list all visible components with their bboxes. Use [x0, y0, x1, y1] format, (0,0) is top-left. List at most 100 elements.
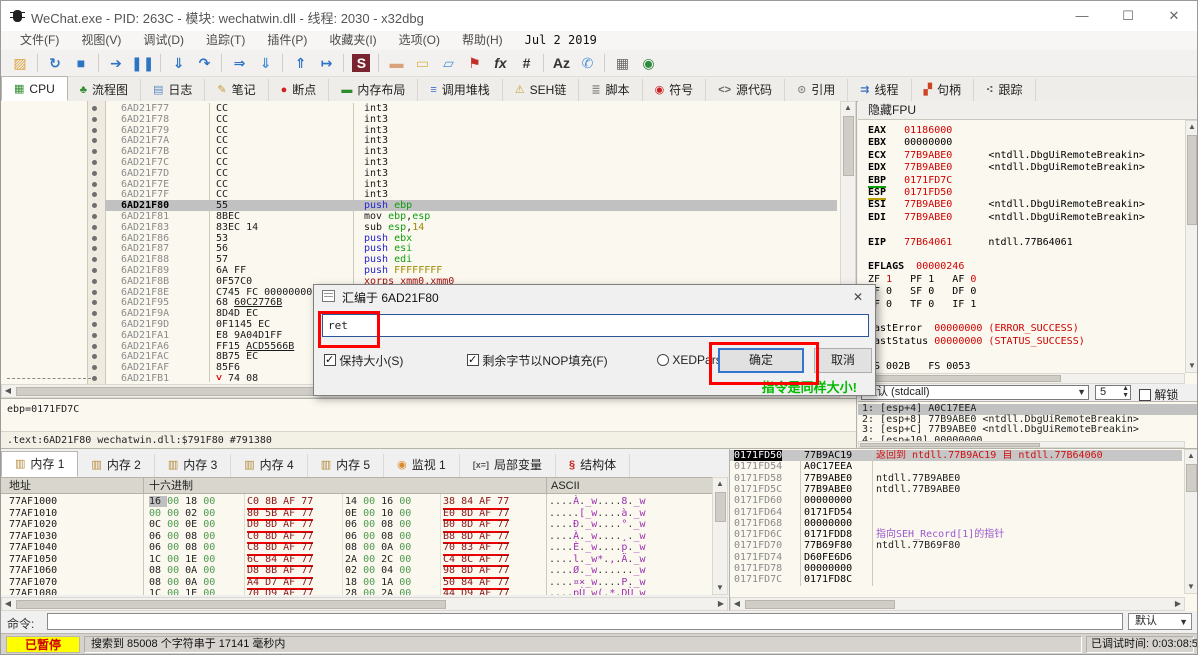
register-line[interactable]: ZF 1 PF 1 AF 0: [868, 274, 976, 286]
breakpoint-dot-icon[interactable]: [92, 268, 97, 273]
patches-icon[interactable]: ▬: [385, 53, 407, 74]
strings-icon[interactable]: Az: [550, 53, 572, 74]
fill-nop-checkbox[interactable]: 剩余字节以NOP填充(F): [467, 347, 608, 373]
memory-row[interactable]: 77AF10501C 00 1E 006C 84 AF 772A 00 2C 0…: [1, 554, 712, 566]
breakpoint-dot-icon[interactable]: [92, 322, 97, 327]
run-to-user-code-icon[interactable]: ↦: [315, 53, 337, 74]
register-line[interactable]: ESI 77B9ABE0 <ntdll.DbgUiRemoteBreakin>: [868, 199, 1145, 211]
argument-row[interactable]: 1: [esp+4] A0C17EEA: [858, 404, 1198, 415]
stack-row[interactable]: 0171FD74D60FE6D6: [730, 552, 1182, 563]
minimize-button[interactable]: —: [1059, 1, 1105, 31]
breakpoint-dot-icon[interactable]: [92, 214, 97, 219]
disasm-row[interactable]: 6AD21F8055push ebp: [1, 200, 841, 211]
register-line[interactable]: EBX 00000000: [868, 137, 952, 149]
tab-struct[interactable]: §结构体: [556, 454, 630, 477]
keep-size-checkbox[interactable]: 保持大小(S): [324, 347, 403, 373]
menu-item[interactable]: 文件(F): [9, 31, 70, 50]
breakpoint-dot-icon[interactable]: [92, 290, 97, 295]
register-line[interactable]: LastError 00000000 (ERROR_SUCCESS): [868, 323, 1079, 335]
cancel-button[interactable]: 取消: [814, 348, 872, 373]
calling-convention-select[interactable]: 默认 (stdcall) ▼: [861, 385, 1089, 400]
disasm-row[interactable]: 6AD21F79CCint3: [1, 125, 841, 136]
disasm-row[interactable]: 6AD21F8756push esi: [1, 243, 841, 254]
breakpoint-dot-icon[interactable]: [92, 160, 97, 165]
hide-fpu-button[interactable]: 隐藏FPU: [858, 101, 1198, 120]
disasm-row[interactable]: 6AD21F7DCCint3: [1, 168, 841, 179]
comments-icon[interactable]: ▭: [411, 53, 433, 74]
breakpoint-dot-icon[interactable]: [92, 311, 97, 316]
register-line[interactable]: EFLAGS 00000246: [868, 261, 964, 273]
breakpoint-dot-icon[interactable]: [92, 376, 97, 381]
dump-header-hex[interactable]: 十六进制: [149, 479, 193, 494]
tab-trace[interactable]: ⁖跟踪: [974, 79, 1036, 101]
stack-row[interactable]: 0171FD640171FD54: [730, 507, 1182, 518]
tab-locals[interactable]: [x=]局部变量: [460, 454, 556, 477]
tab-dump-4[interactable]: ▥内存 4: [231, 454, 307, 477]
tab-memory-map[interactable]: ▬内存布局: [329, 79, 418, 101]
dump-hscrollbar[interactable]: ◀ ▶: [1, 597, 728, 611]
memory-row[interactable]: 77AF10801C 00 1E 0070 D9 AF 7728 00 2A 0…: [1, 588, 712, 595]
register-line[interactable]: EDX 77B9ABE0 <ntdll.DbgUiRemoteBreakin>: [868, 162, 1145, 174]
disasm-row[interactable]: 6AD21F7ACCint3: [1, 135, 841, 146]
registers-hscrollbar[interactable]: [858, 373, 1185, 384]
disasm-row[interactable]: 6AD21F7CCCint3: [1, 157, 841, 168]
menu-item[interactable]: 插件(P): [256, 31, 318, 50]
spinner-arrows-icon[interactable]: ▲▼: [1122, 385, 1129, 399]
dialog-close-icon[interactable]: ✕: [849, 288, 867, 306]
tab-call-stack[interactable]: ≡调用堆栈: [418, 79, 502, 101]
breakpoint-dot-icon[interactable]: [92, 300, 97, 305]
disasm-row[interactable]: 6AD21F7ECCint3: [1, 179, 841, 190]
breakpoint-dot-icon[interactable]: [92, 138, 97, 143]
dump-header-ascii[interactable]: ASCII: [551, 479, 580, 494]
tab-dump-3[interactable]: ▥内存 3: [155, 454, 231, 477]
argument-row[interactable]: 3: [esp+C] 77B9ABE0 <ntdll.DbgUiRemoteBr…: [858, 425, 1198, 436]
step-into-icon[interactable]: ⇓: [167, 53, 189, 74]
stack-row[interactable]: 0171FD54A0C17EEA: [730, 461, 1182, 472]
breakpoint-dot-icon[interactable]: [92, 203, 97, 208]
menu-item[interactable]: 选项(O): [388, 31, 451, 50]
tab-cpu[interactable]: ▦CPU: [1, 76, 68, 101]
stack-row[interactable]: 0171FD5877B9ABE0ntdll.77B9ABE0: [730, 473, 1182, 484]
arguments-hscrollbar[interactable]: [858, 441, 1185, 448]
disasm-row[interactable]: 6AD21F7FCCint3: [1, 189, 841, 200]
breakpoint-dot-icon[interactable]: [92, 279, 97, 284]
execute-till-return-icon[interactable]: ⇑: [289, 53, 311, 74]
breakpoint-dot-icon[interactable]: [92, 149, 97, 154]
register-line[interactable]: ESP 0171FD50: [868, 187, 952, 199]
breakpoint-dot-icon[interactable]: [92, 128, 97, 133]
stack-row[interactable]: 0171FD7C0171FD8C: [730, 574, 1182, 585]
breakpoint-dot-icon[interactable]: [92, 182, 97, 187]
menu-item[interactable]: 追踪(T): [195, 31, 256, 50]
unlock-checkbox-box[interactable]: [1139, 389, 1151, 401]
stack-row[interactable]: 0171FD6C0171FDD8指向SEH_Record[1]的指针: [730, 529, 1182, 540]
disasm-row[interactable]: 6AD21F8383EC 14sub esp,14: [1, 222, 841, 233]
stack-row[interactable]: 0171FD5077B9AC19返回到 ntdll.77B9AC19 自 ntd…: [730, 450, 1182, 461]
disasm-row[interactable]: 6AD21F77CCint3: [1, 103, 841, 114]
disasm-row[interactable]: 6AD21F8653push ebx: [1, 233, 841, 244]
disasm-row[interactable]: 6AD21F818BECmov ebp,esp: [1, 211, 841, 222]
stack-hscrollbar[interactable]: ◀ ▶: [730, 597, 1185, 611]
breakpoint-dot-icon[interactable]: [92, 236, 97, 241]
tab-watch-1[interactable]: ◉监视 1: [384, 454, 460, 477]
run-to-cursor-icon[interactable]: ⇒: [228, 53, 250, 74]
register-line[interactable]: EDI 77B9ABE0 <ntdll.DbgUiRemoteBreakin>: [868, 212, 1145, 224]
tab-handles[interactable]: ▞句柄: [912, 79, 974, 101]
argument-count-stepper[interactable]: 5 ▲▼: [1095, 385, 1131, 400]
stack-row[interactable]: 0171FD6000000000: [730, 495, 1182, 506]
checkbox-checked-icon[interactable]: [467, 354, 479, 366]
menu-item[interactable]: 视图(V): [70, 31, 132, 50]
maximize-button[interactable]: ☐: [1105, 1, 1151, 31]
stack-vscrollbar[interactable]: ▲ ▼: [1184, 449, 1198, 594]
tab-dump-1[interactable]: ▥内存 1: [1, 451, 78, 477]
register-line[interactable]: EIP 77B64061 ntdll.77B64061: [868, 237, 1073, 249]
breakpoint-dot-icon[interactable]: [92, 344, 97, 349]
memory-row[interactable]: 77AF104006 00 08 00C8 8D AF 7708 00 0A 0…: [1, 542, 712, 554]
breakpoint-dot-icon[interactable]: [92, 246, 97, 251]
run-icon[interactable]: ➔: [105, 53, 127, 74]
memory-row[interactable]: 77AF100016 00 18 00C0 8B AF 7714 00 16 0…: [1, 496, 712, 508]
restart-icon[interactable]: ↻: [44, 53, 66, 74]
ok-button[interactable]: 确定: [718, 348, 804, 373]
step-over-icon[interactable]: ↷: [193, 53, 215, 74]
tab-breakpoints[interactable]: ●断点: [269, 79, 330, 101]
tab-notes[interactable]: ✎笔记: [205, 79, 268, 101]
